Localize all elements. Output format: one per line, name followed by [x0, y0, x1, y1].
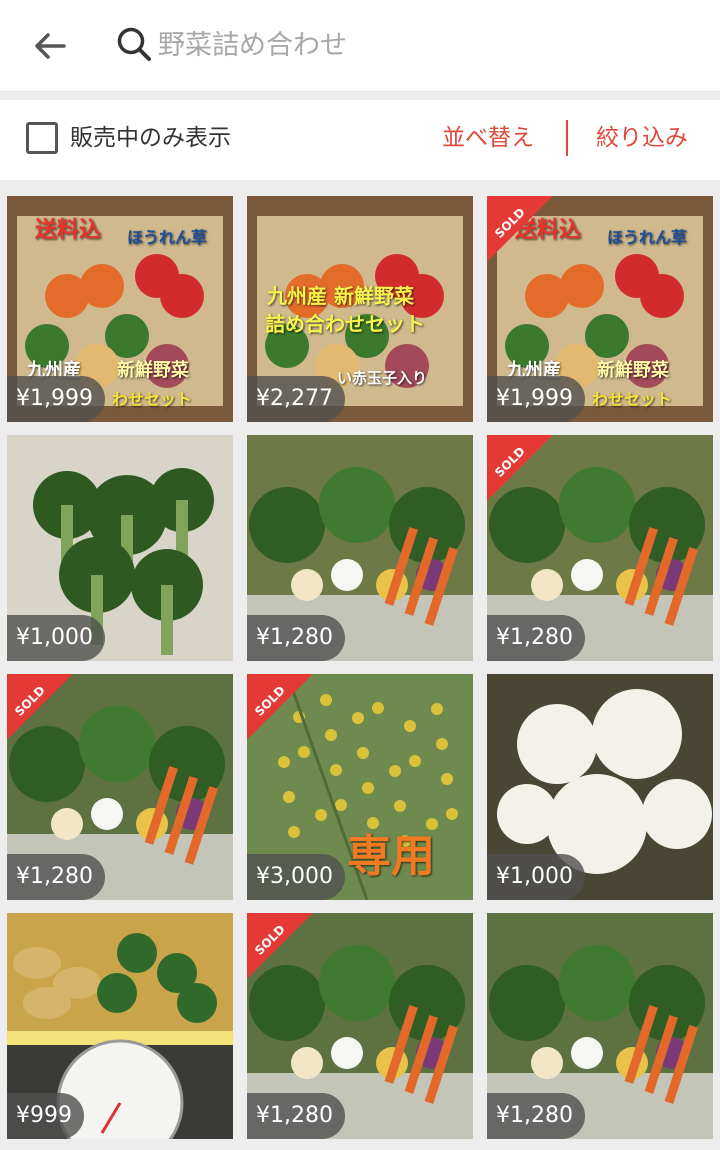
divider	[566, 120, 568, 156]
image-overlay-text: 送料込	[35, 218, 102, 243]
image-overlay-text: 新鮮野菜	[117, 360, 189, 381]
filter-button[interactable]: 絞り込み	[596, 122, 688, 154]
image-overlay-text: 専用	[347, 831, 435, 882]
price-label: ¥1,000	[7, 615, 105, 661]
image-overlay-text: わせセット	[112, 390, 193, 409]
sold-badge: SOLD	[487, 196, 553, 262]
product-card[interactable]: SOLD ¥1,280	[7, 674, 233, 900]
product-card[interactable]: ¥1,000	[487, 674, 713, 900]
price-label: ¥999	[7, 1093, 84, 1139]
price-label: ¥1,999	[487, 376, 585, 422]
product-card[interactable]: SOLD ¥1,280	[487, 435, 713, 661]
price-label: ¥1,280	[247, 615, 345, 661]
search-input[interactable]	[158, 22, 678, 68]
back-arrow-icon[interactable]	[30, 26, 70, 66]
search-header	[0, 0, 720, 92]
filter-bar: 販売中のみ表示 並べ替え 絞り込み	[0, 100, 720, 180]
product-card[interactable]: ¥1,000	[7, 435, 233, 661]
sold-badge: SOLD	[247, 913, 313, 979]
price-label: ¥1,999	[7, 376, 105, 422]
image-overlay-text: 九州産 新鮮野菜	[267, 284, 414, 308]
price-label: ¥1,280	[487, 1093, 585, 1139]
image-overlay-text: わせセット	[592, 390, 673, 409]
sold-badge: SOLD	[487, 435, 553, 501]
sold-badge: SOLD	[247, 674, 313, 740]
price-label: ¥1,280	[247, 1093, 345, 1139]
sold-badge-label: SOLD	[252, 922, 288, 958]
price-label: ¥3,000	[247, 854, 345, 900]
sold-badge-label: SOLD	[492, 444, 528, 480]
image-overlay-text: 新鮮野菜	[597, 360, 669, 381]
product-card[interactable]: 専用 SOLD ¥3,000	[247, 674, 473, 900]
on-sale-only-label[interactable]: 販売中のみ表示	[70, 122, 231, 154]
image-overlay-text: 詰め合わせセット	[265, 312, 425, 336]
product-card[interactable]: 送料込ほうれん草九州産新鮮野菜わせセットSOLD¥1,999	[487, 196, 713, 422]
on-sale-only-checkbox[interactable]	[26, 122, 58, 154]
product-card[interactable]: 九州産 新鮮野菜 詰め合わせセットい赤玉子入り ¥2,277	[247, 196, 473, 422]
sold-badge-label: SOLD	[12, 683, 48, 719]
product-card[interactable]: ¥1,280	[247, 435, 473, 661]
image-overlay-text: ほうれん草	[607, 228, 688, 247]
product-card[interactable]: 送料込 ほうれん草 九州産 新鮮野菜 わせセット ¥1,999	[7, 196, 233, 422]
sold-badge-label: SOLD	[492, 205, 528, 241]
product-grid: 送料込 ほうれん草 九州産 新鮮野菜 わせセット ¥1,999 九州産 新鮮野菜 詰め合わせセ…	[7, 196, 713, 1139]
sold-badge: SOLD	[7, 674, 73, 740]
search-icon[interactable]	[115, 25, 155, 65]
image-overlay-text: ほうれん草	[127, 228, 208, 247]
price-label: ¥1,280	[7, 854, 105, 900]
sort-button[interactable]: 並べ替え	[442, 122, 534, 154]
product-card[interactable]: ¥1,280	[487, 913, 713, 1139]
price-label: ¥1,000	[487, 854, 585, 900]
price-label: ¥1,280	[487, 615, 585, 661]
product-card[interactable]: ¥999	[7, 913, 233, 1139]
price-label: ¥2,277	[247, 376, 345, 422]
product-card[interactable]: SOLD ¥1,280	[247, 913, 473, 1139]
sold-badge-label: SOLD	[252, 683, 288, 719]
image-overlay-text: い赤玉子入り	[337, 369, 428, 387]
